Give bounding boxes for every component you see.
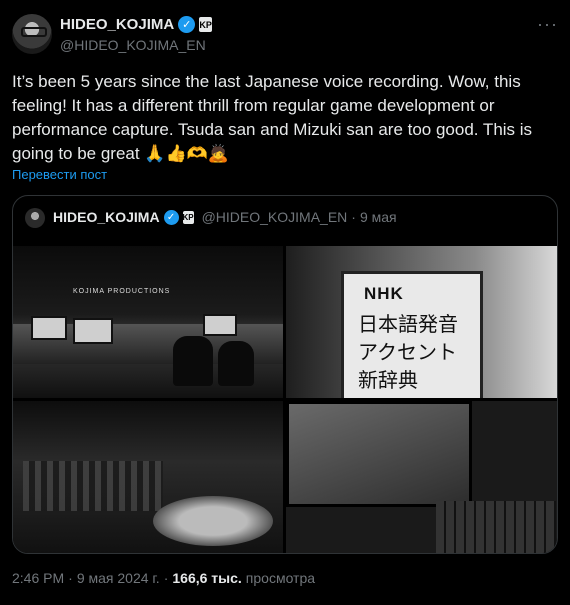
chair — [218, 341, 254, 386]
tweet-text: It’s been 5 years since the last Japanes… — [12, 72, 533, 163]
view-count: 166,6 тыс. — [172, 570, 242, 586]
studio-sign: KOJIMA PRODUCTIONS — [73, 288, 171, 295]
snack-bowl — [153, 496, 273, 546]
separator-dot: · — [68, 570, 73, 586]
affiliate-badge-icon: KP — [182, 210, 194, 224]
tweet-footer: 2:46 PM · 9 мая 2024 г. · 166,6 тыс. про… — [12, 570, 315, 586]
avatar-glasses — [21, 27, 47, 37]
quoted-tweet-date: 9 мая — [359, 209, 397, 225]
separator-dot: · — [163, 570, 169, 586]
tweet-time[interactable]: 2:46 PM — [12, 570, 64, 586]
photo-booth-monitor[interactable] — [286, 401, 557, 553]
photo-grid: KOJIMA PRODUCTIONS NHK 日本語発音 アクセント 新辞典 — [13, 246, 557, 553]
monitor — [31, 316, 67, 340]
author-handle[interactable]: @HIDEO_KOJIMA_EN — [60, 37, 206, 53]
author-name-row[interactable]: HIDEO_KOJIMA ✓ KP — [60, 16, 213, 33]
keyboard — [436, 501, 556, 553]
verified-badge-icon: ✓ — [163, 209, 179, 225]
console-knobs — [23, 461, 163, 511]
more-options-icon[interactable]: ··· — [537, 14, 558, 35]
author-avatar[interactable] — [12, 14, 52, 54]
photo-studio[interactable]: KOJIMA PRODUCTIONS — [13, 246, 283, 398]
affiliate-badge-icon[interactable]: KP — [199, 17, 213, 32]
monitor — [203, 314, 237, 336]
nhk-logo: NHK — [364, 284, 404, 303]
quoted-author-name: HIDEO_KOJIMA — [53, 209, 160, 225]
book-title-line: アクセント — [358, 340, 457, 364]
quoted-author-avatar — [25, 208, 45, 228]
book-title-line: 日本語発音 — [358, 312, 458, 336]
photo-dictionary[interactable]: NHK 日本語発音 アクセント 新辞典 — [286, 246, 557, 398]
verified-badge-icon[interactable]: ✓ — [178, 16, 196, 33]
quoted-author-handle: @HIDEO_KOJIMA_EN — [201, 209, 348, 225]
quoted-tweet-header: HIDEO_KOJIMA ✓ KP @HIDEO_KOJIMA_EN · 9 м… — [53, 209, 397, 225]
view-count-label: просмотра — [245, 570, 316, 586]
quoted-tweet-card[interactable]: HIDEO_KOJIMA ✓ KP @HIDEO_KOJIMA_EN · 9 м… — [12, 195, 558, 554]
dictionary-box: NHK 日本語発音 アクセント 新辞典 — [341, 271, 483, 398]
separator-dot: · — [351, 209, 356, 225]
tweet-date[interactable]: 9 мая 2024 г. — [77, 570, 160, 586]
translate-post-link[interactable]: Перевести пост — [12, 167, 107, 182]
monitor — [73, 318, 113, 344]
chair — [173, 336, 213, 386]
booth-screen — [286, 401, 472, 507]
author-name[interactable]: HIDEO_KOJIMA — [60, 16, 174, 33]
photo-console[interactable] — [13, 401, 283, 553]
book-title-line: 新辞典 — [358, 368, 418, 392]
